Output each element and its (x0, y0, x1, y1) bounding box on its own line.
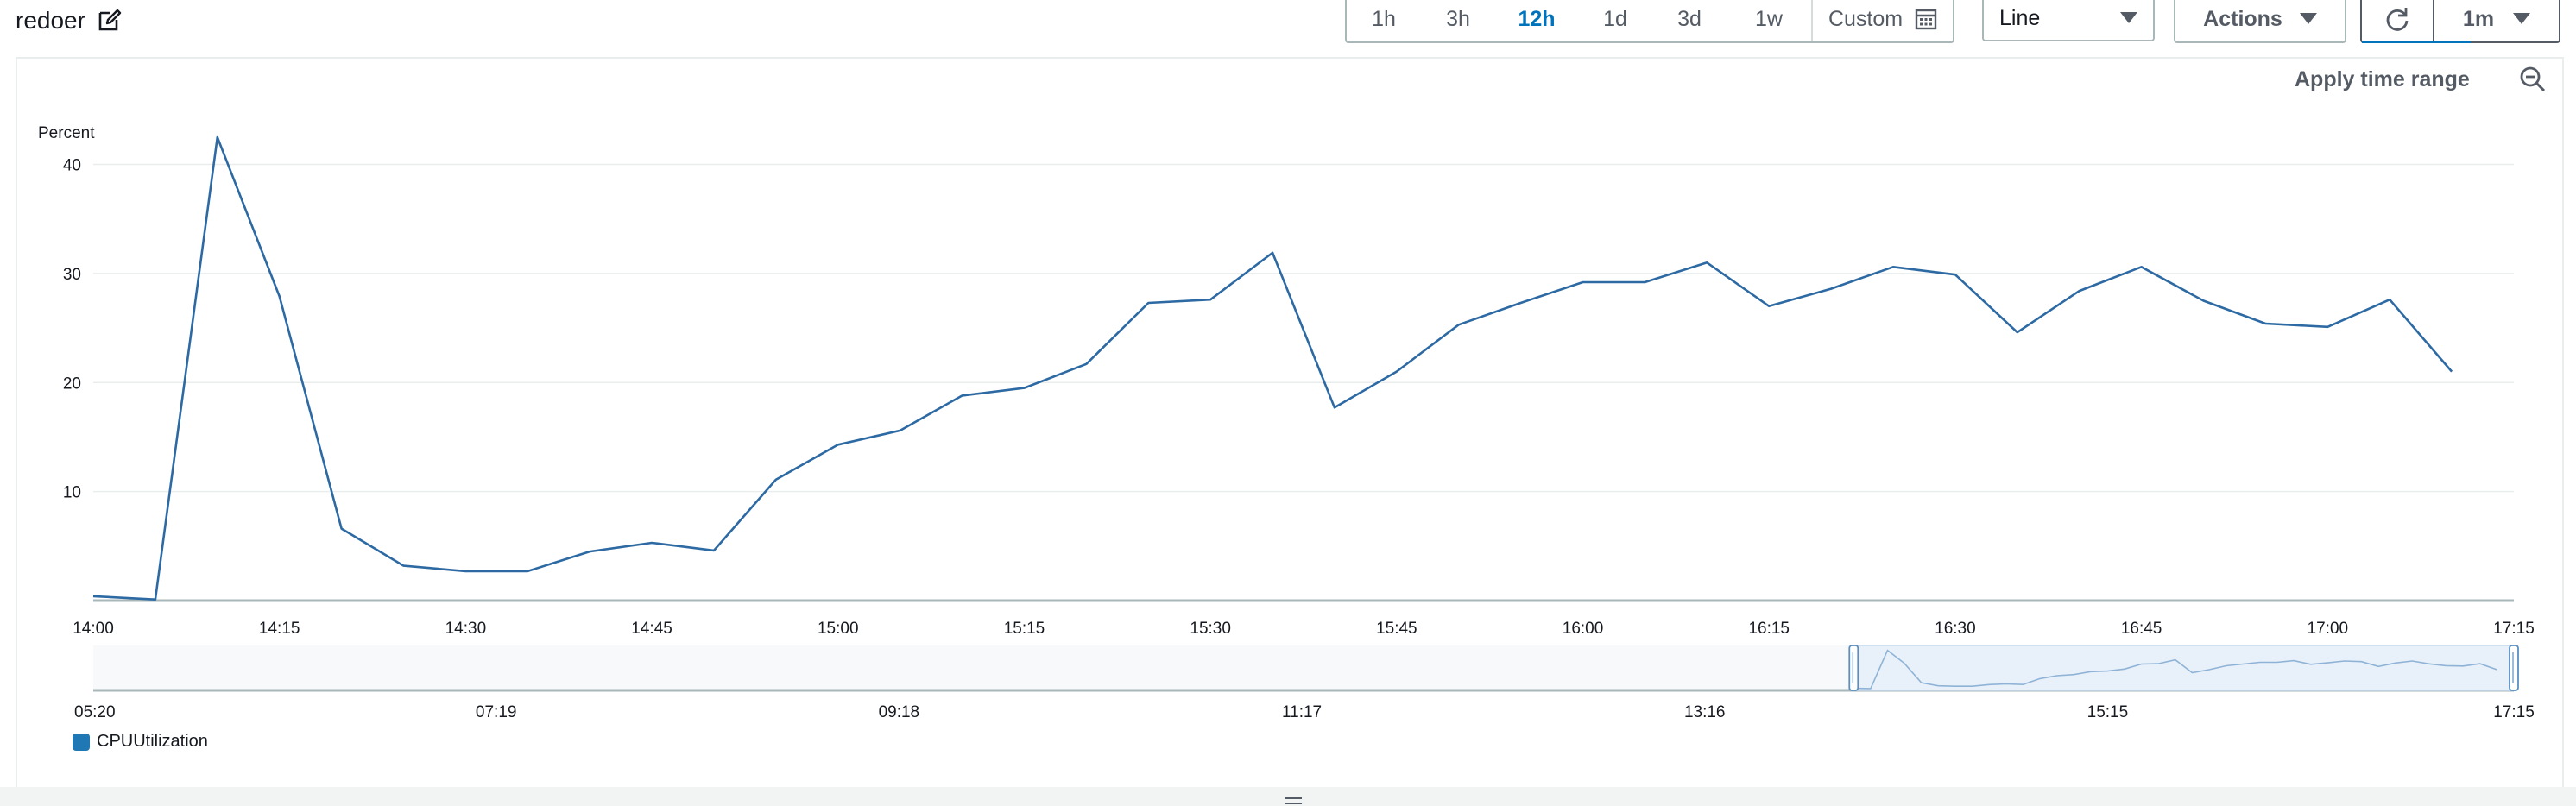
navigator-tick-0918: 09:18 (879, 703, 920, 721)
legend-label: CPUUtilization (97, 732, 208, 751)
x-tick-1630: 16:30 (1935, 620, 1976, 638)
y-axis-label: Percent (38, 124, 95, 142)
navigator-tick-1316: 13:16 (1684, 703, 1726, 721)
x-tick-1430: 14:30 (445, 620, 487, 638)
navigator-handle-left[interactable] (1848, 645, 1859, 691)
x-tick-1615: 16:15 (1748, 620, 1790, 638)
navigator-tick-1515: 15:15 (2087, 703, 2129, 721)
y-tick-20: 20 (63, 375, 81, 393)
navigator-handle-right[interactable] (2509, 645, 2519, 691)
cpu-line-chart[interactable]: Percent 10 20 30 40 14:00 14:15 14:30 14:45 15:00… (0, 0, 2576, 787)
x-tick-1645: 16:45 (2121, 620, 2162, 638)
x-tick-1415: 14:15 (259, 620, 300, 638)
x-tick-1700: 17:00 (2308, 620, 2349, 638)
navigator-tick-0719: 07:19 (476, 703, 517, 721)
x-tick-1545: 15:45 (1376, 620, 1417, 638)
x-tick-1530: 15:30 (1190, 620, 1231, 638)
cpu-series-line (92, 135, 2453, 601)
navigator-window[interactable] (1853, 645, 2515, 691)
legend-swatch (73, 733, 90, 751)
x-tick-1500: 15:00 (818, 620, 859, 638)
x-tick-1515: 15:15 (1004, 620, 1045, 638)
navigator-tick-1715: 17:15 (2493, 703, 2535, 721)
y-tick-10: 10 (63, 484, 81, 502)
x-tick-1600: 16:00 (1563, 620, 1604, 638)
chart-legend[interactable]: CPUUtilization (73, 732, 208, 752)
x-tick-1715: 17:15 (2493, 620, 2535, 638)
x-tick-1400: 14:00 (73, 620, 114, 638)
y-tick-30: 30 (63, 266, 81, 284)
x-tick-1445: 14:45 (631, 620, 672, 638)
resize-handle-icon[interactable] (1283, 796, 1304, 806)
navigator-tick-0520: 05:20 (74, 703, 116, 721)
y-tick-40: 40 (63, 157, 81, 175)
navigator-tick-1117: 11:17 (1282, 703, 1322, 721)
